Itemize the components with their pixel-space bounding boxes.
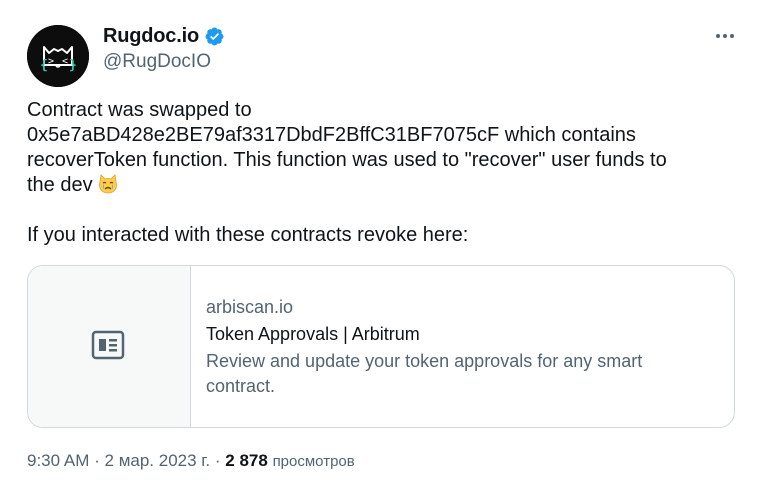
avatar[interactable]: { } > < (27, 25, 89, 87)
svg-text:<: < (62, 56, 68, 67)
card-thumbnail (28, 266, 191, 427)
tweet-text: Contract was swapped to 0x5e7aBD428e2BE7… (27, 98, 747, 248)
more-horizontal-icon[interactable] (713, 26, 737, 46)
verified-badge-icon[interactable] (204, 26, 225, 47)
article-icon (91, 330, 125, 360)
tweet-text-fragment: the dev (27, 174, 93, 196)
tweet: { } > < Rugdoc.io @RugDocIO Contract was… (0, 0, 764, 486)
svg-text:>: > (48, 56, 54, 67)
card-description-line: Review and update your token approvals f… (206, 351, 643, 371)
card-description-line: contract. (206, 376, 276, 396)
svg-text:{: { (40, 58, 48, 73)
card-description: Review and update your token approvals f… (206, 349, 706, 399)
tweet-text-line: the dev (27, 173, 747, 198)
meta-separator: · (94, 451, 100, 470)
meta-separator: · (214, 451, 221, 470)
tweet-text-line: If you interacted with these contracts r… (27, 224, 469, 246)
card-title[interactable]: Token Approvals | Arbitrum (206, 321, 706, 348)
tweet-text-line: Contract was swapped to (27, 99, 252, 121)
svg-text:}: } (69, 58, 77, 73)
tweet-time[interactable]: 9:30 AM (27, 451, 89, 470)
contract-address-text: 0x5e7aBD428e2BE79af3317DbdF2BffC31BF7075… (27, 124, 636, 146)
card-text: arbiscan.io Token Approvals | Arbitrum R… (206, 295, 706, 399)
author-handle[interactable]: @RugDocIO (103, 51, 211, 73)
author-name-row: Rugdoc.io (103, 24, 225, 48)
author-display-name[interactable]: Rugdoc.io (103, 25, 199, 48)
tweet-text-line: recoverToken function. This function was… (27, 149, 667, 171)
cat-face-logo-icon: { } > < (27, 25, 89, 87)
card-domain: arbiscan.io (206, 297, 294, 317)
views-label: просмотров (272, 453, 355, 470)
views-count: 2 878 (225, 451, 268, 470)
tweet-date[interactable]: 2 мар. 2023 г. (105, 451, 211, 470)
tweet-metadata: 9:30 AM · 2 мар. 2023 г. · 2 878 просмот… (27, 451, 355, 471)
link-preview-card[interactable]: arbiscan.io Token Approvals | Arbitrum R… (27, 265, 735, 428)
crying-cat-face-icon (97, 173, 119, 195)
